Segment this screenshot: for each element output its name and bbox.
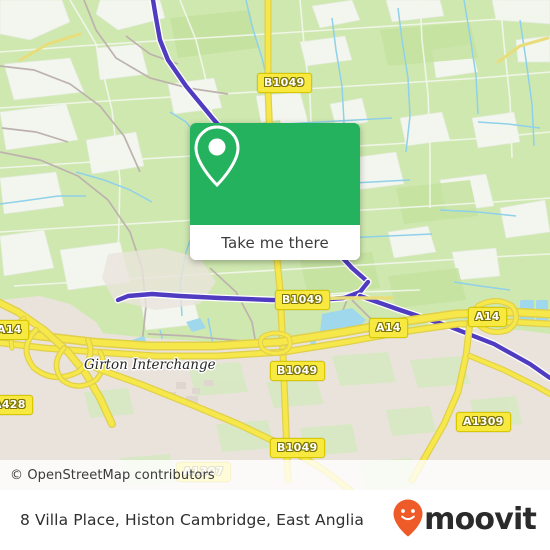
moovit-logo[interactable]: moovit <box>393 499 550 542</box>
map-canvas[interactable]: B1049 A14 B1049 A14 A14 A428 B1049 A1309… <box>0 0 550 490</box>
road-shield[interactable]: A14 <box>468 307 507 327</box>
road-shield[interactable]: B1049 <box>270 361 325 381</box>
map-attribution-bar: © OpenStreetMap contributors <box>0 460 550 490</box>
road-shield[interactable]: B1049 <box>270 438 325 458</box>
road-shield[interactable]: A1309 <box>456 412 511 432</box>
footer-bar: 8 Villa Place, Histon Cambridge, East An… <box>0 490 550 550</box>
moovit-smiley-pin-icon <box>393 499 423 542</box>
road-shield[interactable]: B1049 <box>275 290 330 310</box>
road-shield[interactable]: B1049 <box>257 73 312 93</box>
moovit-wordmark: moovit <box>424 502 537 537</box>
road-shield[interactable]: A14 <box>0 320 29 340</box>
osm-attribution-text[interactable]: © OpenStreetMap contributors <box>0 468 215 483</box>
take-me-there-button[interactable]: Take me there <box>190 225 360 260</box>
moovit-location-card: B1049 A14 B1049 A14 A14 A428 B1049 A1309… <box>0 0 550 550</box>
road-shield[interactable]: A14 <box>369 318 408 338</box>
destination-card[interactable]: Take me there <box>190 123 360 260</box>
destination-pin-area <box>190 123 360 225</box>
place-label-girton-interchange: Girton Interchange <box>84 357 216 373</box>
take-me-there-label: Take me there <box>221 233 329 252</box>
road-shield[interactable]: A428 <box>0 395 33 415</box>
address-label: 8 Villa Place, Histon Cambridge, East An… <box>20 511 364 529</box>
